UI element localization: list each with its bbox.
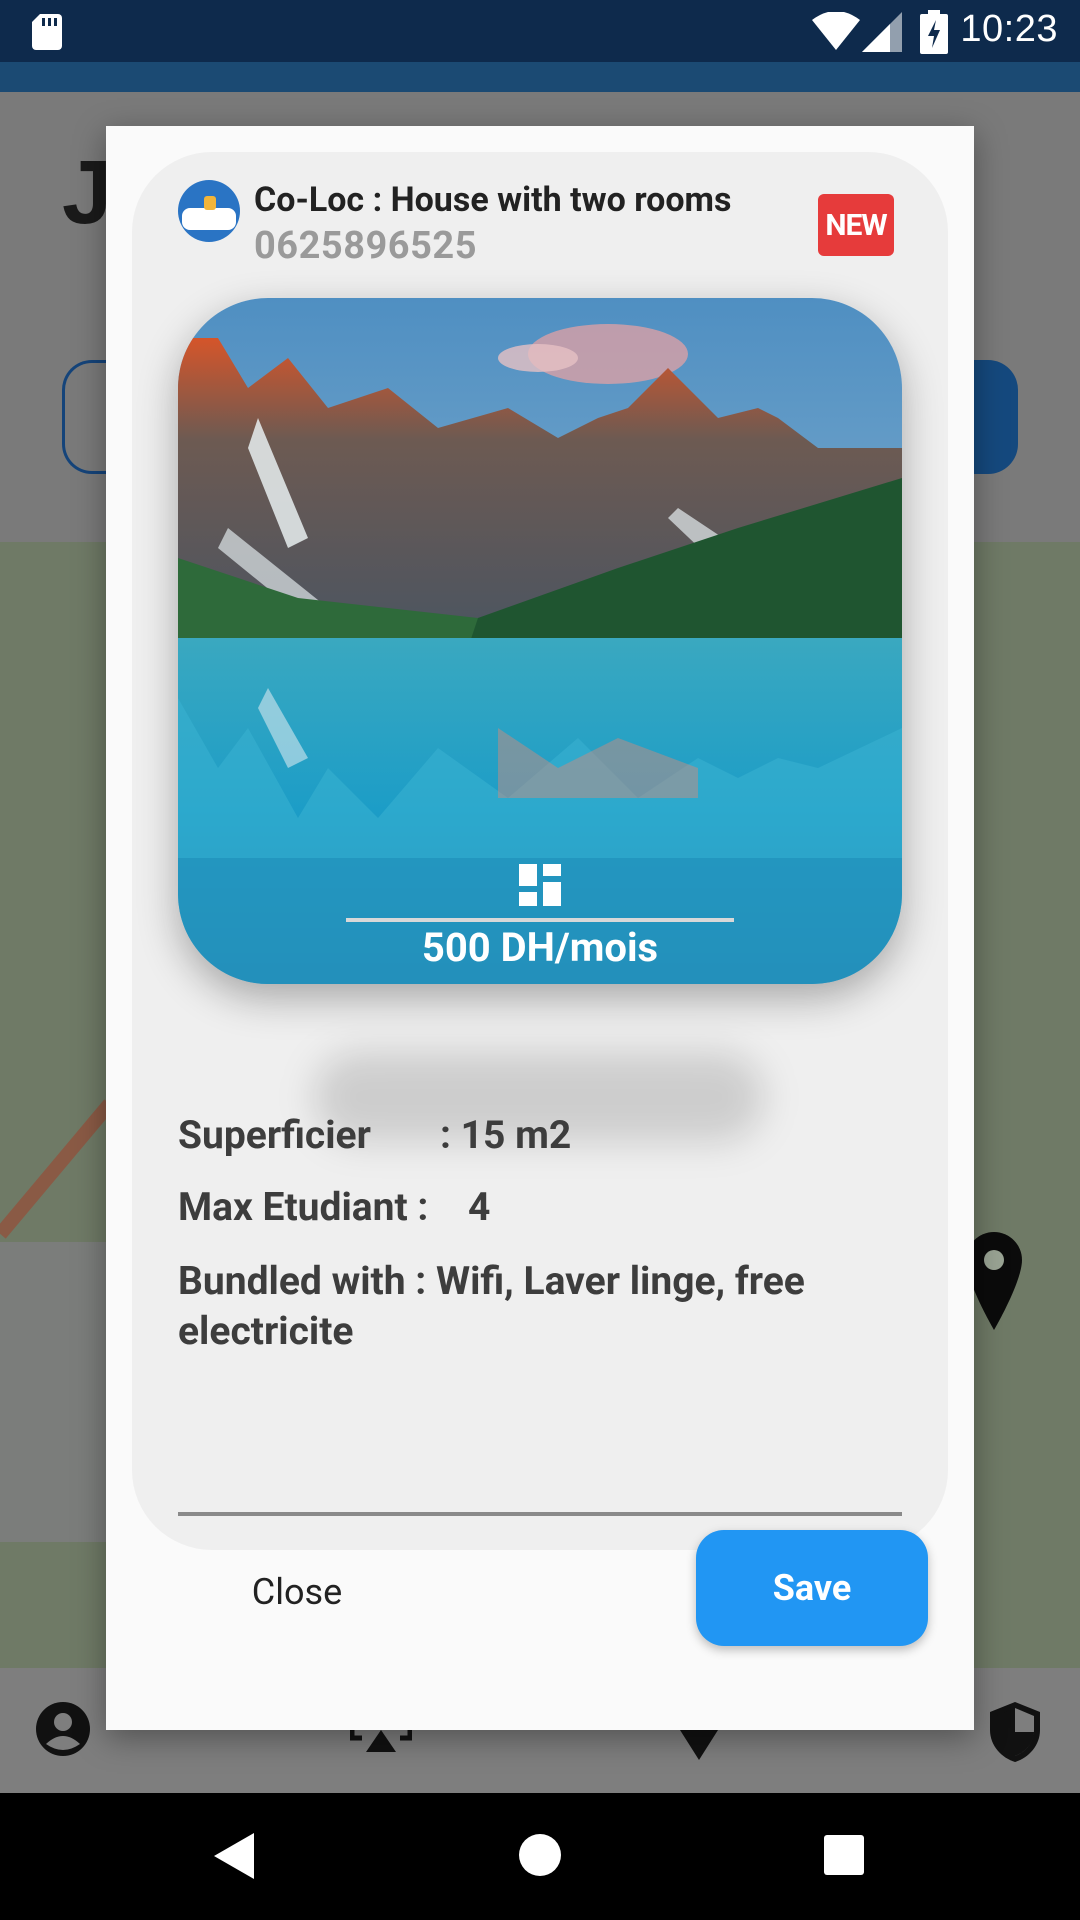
dashboard-icon: [519, 864, 561, 906]
listing-details: Superficier : 15 m2 Max Etudiant : 4 Bun…: [178, 1112, 902, 1356]
app-bar: [0, 62, 1080, 92]
card-header: Co-Loc : House with two rooms 0625896525…: [178, 180, 902, 276]
screen: 10:23 J Co-Loc: House with two rooms 06…: [0, 0, 1080, 1920]
recents-icon[interactable]: [824, 1835, 864, 1875]
close-button[interactable]: Close: [226, 1556, 368, 1628]
price-label: 500 DH/mois: [421, 924, 659, 971]
sd-card-icon: [32, 14, 62, 50]
shield-icon: [990, 1702, 1040, 1762]
back-icon[interactable]: [214, 1833, 254, 1879]
home-icon[interactable]: [518, 1833, 562, 1877]
status-time: 10:23: [960, 8, 1058, 50]
background-title: J: [62, 143, 113, 243]
price-block: 500 DH/mois: [178, 854, 902, 984]
max-etudiant-label: Max Etudiant :: [178, 1184, 429, 1230]
listing-phone: 0625896525: [254, 224, 478, 268]
map-pin-icon: [966, 1232, 1022, 1330]
price-divider: [346, 918, 734, 922]
status-bar: 10:23: [0, 0, 1080, 62]
listing-title: Co-Loc : House with two rooms: [254, 180, 732, 220]
listing-card: Co-Loc : House with two rooms 0625896525…: [132, 152, 948, 1646]
superficier-label: Superficier: [178, 1112, 371, 1158]
wifi-icon: [812, 12, 860, 50]
listing-avatar-icon: [178, 180, 240, 242]
superficier-value: : 15 m2: [440, 1112, 572, 1158]
map-road: [0, 1099, 115, 1239]
location-icon: [680, 1730, 718, 1760]
system-navigation-bar: [0, 1793, 1080, 1920]
listing-photo: 500 DH/mois: [178, 298, 902, 984]
listing-dialog: Co-Loc : House with two rooms 0625896525…: [106, 126, 974, 1730]
new-badge: NEW: [818, 194, 894, 256]
map-area: [0, 1242, 110, 1542]
signal-icon: [862, 12, 902, 52]
detail-bundled: Bundled with : Wifi, Laver linge, free e…: [178, 1256, 902, 1356]
battery-charging-icon: [920, 10, 948, 54]
detail-superficier: Superficier : 15 m2: [178, 1112, 902, 1184]
bundled-text: Bundled with : Wifi, Laver linge, free e…: [178, 1258, 805, 1354]
max-etudiant-value: 4: [468, 1184, 491, 1230]
details-divider: [178, 1512, 902, 1516]
save-button[interactable]: Save: [696, 1530, 928, 1646]
detail-max-etudiant: Max Etudiant : 4: [178, 1184, 902, 1256]
account-icon: [36, 1702, 90, 1756]
